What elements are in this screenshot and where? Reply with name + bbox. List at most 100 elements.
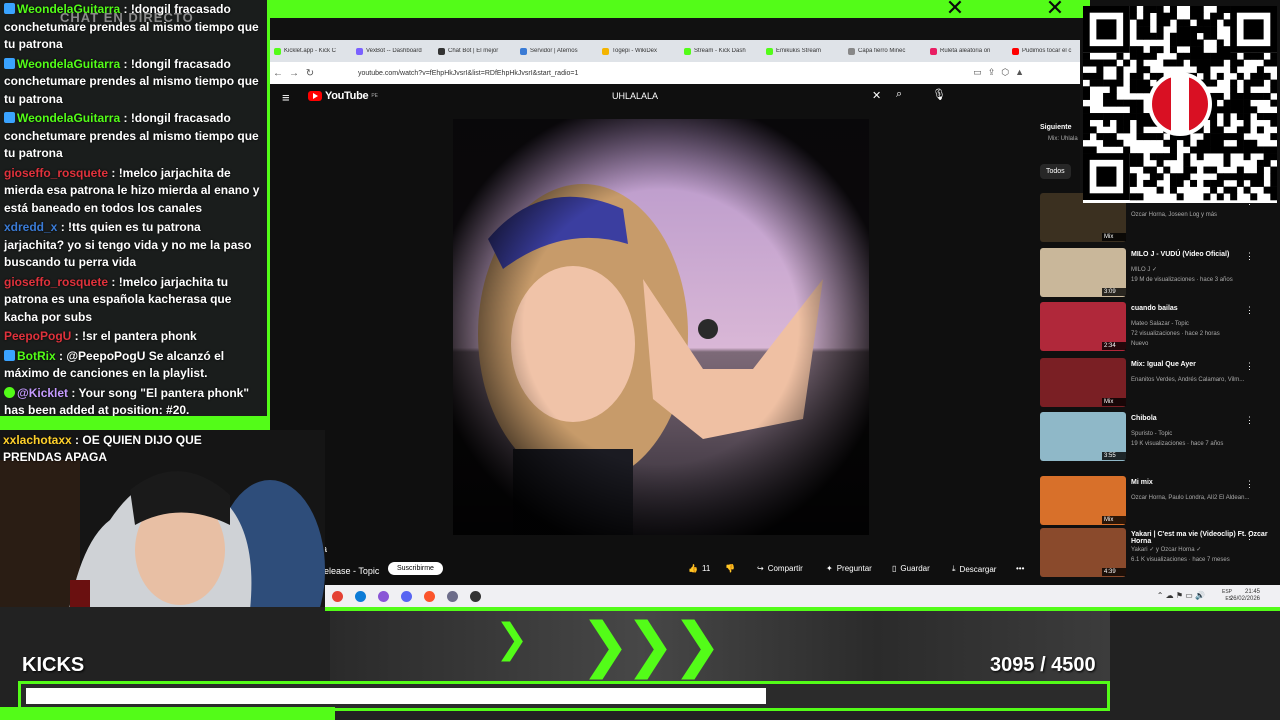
reload-icon[interactable]: ↻	[302, 68, 318, 79]
browser-tab[interactable]: Kicklet.app - Kick C	[270, 47, 352, 55]
obs-icon[interactable]	[470, 590, 481, 602]
download-button[interactable]: ⤓ Descargar	[952, 564, 996, 574]
search-icon[interactable]: ⌕	[896, 88, 902, 101]
chevron-right-icon: ❯	[580, 610, 631, 680]
channel-name[interactable]: elease - Topic	[324, 566, 379, 576]
forward-icon[interactable]: →	[286, 68, 302, 79]
chat-message: BotRix : @PeepoPogU Se alcanzó el máximo…	[4, 348, 225, 380]
qr-code	[1083, 6, 1277, 203]
chat-badge-icon	[4, 57, 15, 69]
youtube-logo-text: YouTube	[325, 90, 369, 102]
video-meta: Enanitos Verdes, Andrés Calamaro, Vilm..…	[1131, 377, 1245, 383]
more-vert-icon[interactable]: ⋮	[1245, 531, 1254, 542]
tab-label: Ruleta aleatoria on	[940, 48, 991, 54]
browser-tab[interactable]: Pudimos tocar el c	[1008, 47, 1080, 55]
video-meta: Spuristo - Topic 19 K visualizaciones · …	[1131, 431, 1224, 447]
chat-username[interactable]: WeondelaGuitarra	[17, 57, 120, 71]
bookmark-icon: ▯	[892, 564, 897, 573]
brave-icon[interactable]	[424, 590, 435, 602]
url-text[interactable]: youtube.com/watch?v=fEhpHkJvsrI&list=RDf…	[358, 70, 578, 77]
chat-username[interactable]: PeepoPogU	[4, 329, 71, 343]
chat-username[interactable]: gioseffo_rosquete	[4, 166, 108, 180]
tab-label: Emikukis Stream	[776, 48, 822, 54]
chat-username[interactable]: WeondelaGuitarra	[17, 111, 120, 125]
chat-username[interactable]: gioseffo_rosquete	[4, 275, 108, 289]
chat-username[interactable]: @Kicklet	[17, 386, 68, 400]
recommendation-item[interactable]: Mix Mix: Igual Que Ayer Enanitos Verdes, A…	[1040, 358, 1280, 410]
browser-tab[interactable]: Chat Bot | El mejor	[434, 47, 516, 55]
video-player[interactable]	[453, 119, 869, 535]
chat-username[interactable]: BotRix	[17, 349, 56, 363]
ask-button[interactable]: ✦ Preguntar	[826, 564, 872, 573]
video-title[interactable]: Mix: Igual Que Ayer	[1131, 361, 1280, 368]
save-button[interactable]: ▯ Guardar	[892, 564, 930, 573]
browser-tab[interactable]: Emikukis Stream	[762, 47, 844, 55]
like-button[interactable]: 👍 11	[688, 564, 710, 573]
thumbs-up-icon: 👍	[688, 564, 698, 573]
video-duration: Mix	[1102, 398, 1126, 406]
browser-toolbar-icons[interactable]: ▭⇪⬡▲	[973, 67, 1030, 78]
search-input[interactable]: UHLALALA	[602, 88, 890, 106]
video-title[interactable]: Mi mix	[1131, 479, 1280, 486]
browser-tab[interactable]: VexBot -- Dashboard	[352, 47, 434, 55]
app-icon[interactable]	[447, 590, 458, 602]
edge-icon[interactable]	[355, 590, 366, 602]
more-vert-icon[interactable]: ⋮	[1245, 305, 1254, 316]
hamburger-menu-icon[interactable]: ≡	[282, 90, 290, 105]
video-title[interactable]: Yakari | C'est ma vie (Videoclip) Ft. Oz…	[1131, 531, 1280, 545]
more-vert-icon[interactable]: ⋮	[1245, 415, 1254, 426]
browser-tab[interactable]: Togepi - WikiDex	[598, 47, 680, 55]
video-meta: Ozcar Horna, Paulo Londra, Alí2 El Aldea…	[1131, 495, 1250, 501]
ask-label: Preguntar	[836, 564, 872, 573]
windows-taskbar: ⌃ ☁ ⚑ ▭ 🔊 ESP ES 21:45 26/02/2026	[320, 585, 1280, 607]
more-vert-icon[interactable]: ⋮	[1245, 479, 1254, 490]
more-vert-icon[interactable]: ⋮	[1245, 251, 1254, 262]
browser-icon[interactable]	[378, 590, 389, 602]
chevron-right-icon: ❯	[495, 616, 529, 662]
microphone-icon[interactable]: 🎙	[932, 88, 946, 101]
chat-badge-icon	[4, 112, 15, 123]
sparkle-icon: ✦	[826, 564, 833, 573]
goal-overlay: ❯ ❯ ❯ ❯ KICKS 3095 / 4500	[0, 607, 1280, 720]
browser-tab[interactable]: Ruleta aleatoria on	[926, 47, 1008, 55]
recommendation-item[interactable]: 3:55 Chibola Spuristo - Topic 19 K visuali…	[1040, 412, 1280, 464]
language-indicator[interactable]: ESP ES	[1222, 589, 1232, 603]
browser-tab[interactable]: Servidor | Aternos	[516, 47, 598, 55]
video-meta: Mateo Salazar - Topic 72 visualizaciones…	[1131, 321, 1220, 347]
chat-message: WeondelaGuitarra : !dongil fracasado con…	[4, 56, 259, 106]
share-button[interactable]: ↪ Compartir	[757, 564, 803, 573]
qr-code-image	[1083, 6, 1277, 201]
video-title[interactable]: cuando bailas	[1131, 305, 1280, 312]
clear-search-icon[interactable]: ✕	[872, 89, 881, 102]
recommendation-item[interactable]: 4:39 Yakari | C'est ma vie (Videoclip) Ft…	[1040, 528, 1280, 580]
filter-chip-all[interactable]: Todos	[1040, 164, 1071, 179]
tab-favicon-icon	[602, 47, 609, 55]
discord-icon[interactable]	[401, 590, 412, 602]
dislike-button[interactable]: 👎	[725, 564, 735, 573]
tab-favicon-icon	[848, 47, 855, 55]
video-title[interactable]: MILO J - VUDÚ (Video Oficial)	[1131, 251, 1280, 258]
tab-favicon-icon	[520, 47, 527, 55]
chat-username[interactable]: xdredd_x	[4, 220, 57, 234]
address-bar[interactable]: ← → ↻ youtube.com/watch?v=fEhpHkJvsrI&li…	[270, 62, 1080, 84]
recommendation-item[interactable]: 3:09 MILO J - VUDÚ (Video Oficial) MILO J …	[1040, 248, 1280, 300]
chat-message: PeepoPogU : !sr el pantera phonk	[4, 329, 197, 343]
tray-icons[interactable]: ⌃ ☁ ⚑ ▭ 🔊	[1157, 592, 1205, 600]
youtube-logo[interactable]: YouTube PE	[308, 90, 378, 102]
more-vert-icon[interactable]: ⋮	[1245, 361, 1254, 372]
chat-badge-icon	[4, 386, 15, 398]
recommendation-item[interactable]: 2:34 cuando bailas Mateo Salazar - Topic 7…	[1040, 302, 1280, 354]
stream-frame: ✕ ✕ CHAT EN DIRECTO WeondelaGuitarra : !…	[0, 0, 1280, 720]
recommendation-item[interactable]: Mix Mi mix Ozcar Horna, Paulo Londra, Alí2…	[1040, 476, 1280, 528]
browser-tab[interactable]: Stream - Kick Dash	[680, 47, 762, 55]
chat-message: WeondelaGuitarra : !dongil fracasado con…	[4, 2, 259, 51]
chrome-icon[interactable]	[332, 590, 343, 602]
subscribe-button[interactable]: Suscribirme	[388, 562, 443, 575]
tab-label: Capa fierro Minec	[858, 48, 906, 54]
goal-current: 3095	[990, 654, 1035, 676]
back-icon[interactable]: ←	[270, 68, 286, 79]
chevron-right-icon: ❯	[672, 610, 723, 680]
more-options-icon[interactable]: •••	[1016, 564, 1024, 573]
video-title[interactable]: Chibola	[1131, 415, 1280, 422]
browser-tab[interactable]: Capa fierro Minec	[844, 47, 926, 55]
